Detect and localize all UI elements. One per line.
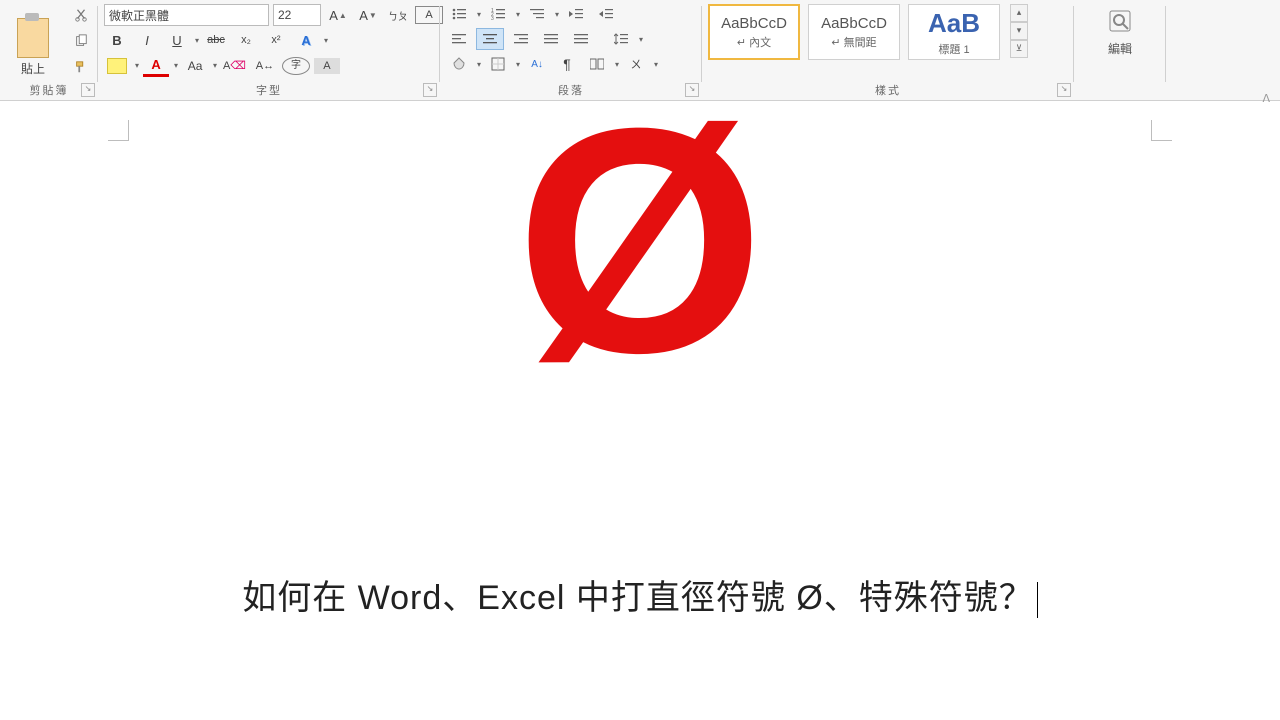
cut-icon[interactable]	[68, 5, 94, 25]
document-page[interactable]: Ø 如何在 Word、Excel 中打直徑符號 Ø、特殊符號？	[90, 110, 1190, 710]
style-nospacing[interactable]: AaBbCcD ↵ 無間距	[808, 4, 900, 60]
style-heading1[interactable]: AaB 標題 1	[908, 4, 1000, 60]
numbering-icon[interactable]: 123	[485, 4, 511, 24]
justify-icon[interactable]	[538, 29, 564, 49]
styles-scroll-down-icon[interactable]: ▾	[1010, 22, 1028, 40]
grow-font-icon[interactable]: A▲	[325, 5, 351, 25]
phonetic-guide-icon[interactable]: ㄅㄆ	[385, 5, 411, 25]
paste-label: 貼上	[6, 60, 60, 77]
style-name: ↵ 無間距	[831, 34, 876, 50]
document-text-line: 如何在 Word、Excel 中打直徑符號 Ø、特殊符號？	[90, 570, 1190, 619]
distribute-icon[interactable]	[568, 29, 594, 49]
align-left-icon[interactable]	[446, 29, 472, 49]
superscript-button[interactable]: x²	[263, 30, 289, 50]
underline-button[interactable]: U	[164, 30, 190, 50]
text-cursor-icon	[1037, 582, 1038, 618]
styles-scroll-up-icon[interactable]: ▴	[1010, 4, 1028, 22]
decrease-indent-icon[interactable]	[563, 4, 589, 24]
copy-icon[interactable]	[68, 31, 94, 51]
multilevel-list-icon[interactable]	[524, 4, 550, 24]
align-center-icon[interactable]	[476, 28, 504, 50]
align-right-icon[interactable]	[508, 29, 534, 49]
clipboard-group-label: 剪貼簿	[6, 80, 92, 98]
style-name: 標題 1	[938, 41, 969, 57]
font-size-input[interactable]	[273, 4, 321, 26]
style-normal[interactable]: AaBbCcD ↵ 內文	[708, 4, 800, 60]
style-sample: AaBbCcD	[721, 15, 787, 32]
subscript-button[interactable]: x₂	[233, 30, 259, 50]
styles-expand-icon[interactable]: ⊻	[1010, 40, 1028, 58]
diameter-symbol: Ø	[90, 70, 1190, 410]
char-border-icon[interactable]: A	[415, 6, 443, 24]
italic-button[interactable]: I	[134, 30, 160, 50]
editing-group-label: 編輯	[1108, 40, 1132, 57]
increase-indent-icon[interactable]	[593, 4, 619, 24]
strike-button[interactable]: abc	[203, 30, 229, 50]
bold-button[interactable]: B	[104, 30, 130, 50]
shrink-font-icon[interactable]: A▼	[355, 5, 381, 25]
paste-button[interactable]: 貼上	[6, 4, 60, 77]
svg-text:3: 3	[491, 16, 494, 20]
font-name-input[interactable]	[104, 4, 269, 26]
text-effects-icon[interactable]: A	[293, 30, 319, 50]
bullets-icon[interactable]	[446, 4, 472, 24]
style-name: ↵ 內文	[737, 34, 771, 50]
line-spacing-icon[interactable]	[608, 29, 634, 49]
find-button[interactable]	[1103, 4, 1137, 38]
style-sample: AaB	[928, 8, 980, 39]
style-sample: AaBbCcD	[821, 15, 887, 32]
collapse-ribbon-icon[interactable]: ᐱ	[1262, 92, 1270, 105]
